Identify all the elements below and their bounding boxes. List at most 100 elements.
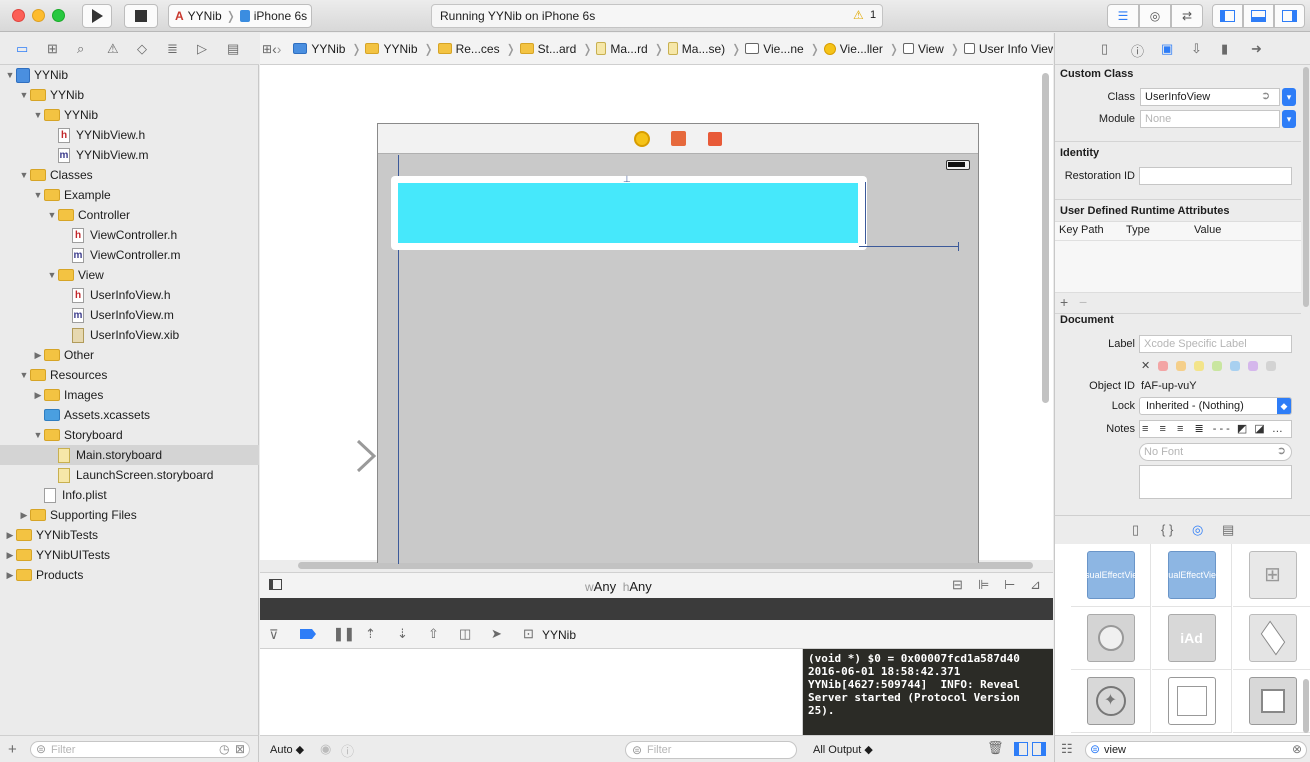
align-icon[interactable]: ⊫	[978, 577, 989, 593]
embed-stack-icon[interactable]: ⊟	[952, 577, 963, 593]
navigator-file[interactable]: h ViewController.h	[0, 225, 259, 245]
related-items-icon[interactable]: ⊞	[262, 42, 272, 56]
navigator-file[interactable]: m ViewController.m	[0, 245, 259, 265]
pause-icon[interactable]: ❚❚	[333, 626, 355, 642]
navigator-group[interactable]: ▼ YYNib	[0, 65, 259, 85]
connections-inspector-icon[interactable]: ➜	[1251, 41, 1262, 57]
breadcrumb-item[interactable]: User Info View	[963, 42, 1053, 56]
disclosure-open-icon[interactable]: ▼	[4, 70, 16, 80]
disclosure-open-icon[interactable]: ▼	[18, 170, 30, 180]
code-snippet-icon[interactable]: { }	[1161, 522, 1173, 537]
variables-view[interactable]	[260, 649, 803, 735]
navigator-group[interactable]: ▶ YYNibTests	[0, 525, 259, 545]
scheme-selector[interactable]: A YYNib ❭ iPhone 6s	[168, 4, 312, 28]
navigator-file[interactable]: h UserInfoView.h	[0, 285, 259, 305]
library-item-web-view[interactable]: ✦	[1071, 670, 1151, 733]
toggle-utilities-button[interactable]	[1274, 4, 1305, 28]
breadcrumb-item[interactable]: YYNib	[293, 42, 345, 56]
color-blue[interactable]	[1230, 360, 1241, 371]
module-dropdown-button[interactable]: ▾	[1282, 110, 1296, 128]
color-purple[interactable]	[1248, 360, 1259, 371]
module-field[interactable]: None	[1140, 110, 1280, 128]
toggle-navigator-button[interactable]	[1212, 4, 1243, 28]
clear-color-icon[interactable]: ✕	[1141, 359, 1150, 372]
breadcrumb-item[interactable]: Vie...ne	[745, 42, 804, 56]
navigator-file[interactable]: m YYNibView.m	[0, 145, 259, 165]
disclosure-closed-icon[interactable]: ▶	[32, 390, 44, 401]
recent-files-icon[interactable]: ◷	[219, 742, 229, 756]
breadcrumb-item[interactable]: St...ard	[519, 42, 576, 56]
location-icon[interactable]: ➤	[491, 626, 502, 642]
attributes-inspector-icon[interactable]: ⇩	[1191, 41, 1202, 57]
navigator-group[interactable]: ▼ YYNib	[0, 105, 259, 125]
breakpoint-navigator-icon[interactable]: ▷	[197, 41, 207, 57]
forward-button[interactable]: ›	[277, 41, 282, 57]
library-item-view[interactable]	[1152, 670, 1232, 733]
breakpoints-toggle-icon[interactable]	[300, 629, 316, 639]
object-library-icon[interactable]: ◎	[1192, 522, 1203, 538]
navigator-file[interactable]: Assets.xcassets	[0, 405, 259, 425]
breadcrumb-item[interactable]: Vie...ller	[823, 42, 883, 56]
disclosure-closed-icon[interactable]: ▶	[32, 350, 44, 361]
view-debugger-icon[interactable]: ◫	[459, 626, 471, 642]
test-navigator-icon[interactable]: ◇	[137, 41, 147, 57]
disclosure-open-icon[interactable]: ▼	[32, 190, 44, 200]
breadcrumb-item[interactable]: Ma...se)	[667, 42, 725, 56]
step-out-icon[interactable]: ⇧	[428, 626, 439, 642]
navigator-file[interactable]: Main.storyboard	[0, 445, 259, 465]
navigator-group[interactable]: ▼ Resources	[0, 365, 259, 385]
add-attribute-icon[interactable]: +	[1060, 294, 1068, 310]
view-controller-scene[interactable]: ⊥	[377, 123, 979, 564]
disclosure-closed-icon[interactable]: ▶	[4, 570, 16, 581]
disclosure-open-icon[interactable]: ▼	[18, 90, 30, 100]
version-editor-button[interactable]: ⇄	[1171, 4, 1203, 28]
document-outline-icon[interactable]	[269, 579, 282, 590]
align-center-icon[interactable]: ≡	[1159, 423, 1165, 435]
no-color-icon[interactable]: ◩	[1237, 423, 1247, 435]
library-item-scenekit[interactable]	[1233, 607, 1310, 670]
step-into-icon[interactable]: ⇣	[397, 626, 408, 642]
go-to-class-icon[interactable]: ➲	[1261, 89, 1270, 102]
file-template-icon[interactable]: ▯	[1132, 522, 1139, 538]
breadcrumb-item[interactable]: Ma...rd	[596, 42, 648, 56]
grid-list-toggle-icon[interactable]: ☷	[1061, 741, 1073, 757]
disclosure-closed-icon[interactable]: ▶	[18, 510, 30, 521]
navigator-file[interactable]: h YYNibView.h	[0, 125, 259, 145]
minimize-window-button[interactable]	[32, 9, 45, 22]
more-icon[interactable]: …	[1272, 423, 1283, 435]
user-info-view[interactable]	[398, 183, 858, 243]
library-item-visual-effect-view[interactable]: Visual Effect View	[1071, 544, 1151, 607]
standard-editor-button[interactable]: ☰	[1107, 4, 1139, 28]
zoom-window-button[interactable]	[52, 9, 65, 22]
font-field[interactable]: No Font ➲	[1139, 443, 1292, 461]
align-left-icon[interactable]: ≡	[1142, 423, 1148, 435]
run-button[interactable]	[82, 4, 112, 28]
breadcrumb-item[interactable]: Re...ces	[437, 42, 500, 56]
eye-icon[interactable]: ◉	[320, 741, 331, 757]
class-field[interactable]: UserInfoView ➲	[1140, 88, 1280, 106]
console-output[interactable]: (void *) $0 = 0x00007fcd1a587d40 2016-06…	[803, 649, 1053, 735]
hide-debug-area-icon[interactable]: ⊽	[269, 627, 279, 643]
size-inspector-icon[interactable]: ▮	[1221, 41, 1228, 57]
dashes-icon[interactable]: - - -	[1213, 423, 1230, 435]
class-dropdown-button[interactable]: ▾	[1282, 88, 1296, 106]
justify-icon[interactable]: ≣	[1194, 423, 1203, 435]
font-picker-icon[interactable]: ➲	[1277, 444, 1286, 457]
library-item-iad[interactable]: iAd	[1152, 607, 1232, 670]
disclosure-closed-icon[interactable]: ▶	[4, 530, 16, 541]
issue-navigator-icon[interactable]: ⚠	[107, 41, 119, 57]
lock-selector[interactable]: Inherited - (Nothing) ◆	[1139, 397, 1292, 415]
trash-icon[interactable]: 🗑	[987, 740, 1004, 756]
disclosure-open-icon[interactable]: ▼	[32, 110, 44, 120]
view-controller-icon[interactable]	[634, 131, 650, 147]
runtime-attributes-table[interactable]: Key Path Type Value	[1055, 221, 1301, 293]
library-scrollbar[interactable]	[1303, 679, 1309, 733]
clear-search-icon[interactable]: ⊗	[1292, 742, 1302, 756]
toggle-debug-area-button[interactable]	[1243, 4, 1274, 28]
navigator-group[interactable]: ▼ Controller	[0, 205, 259, 225]
disclosure-open-icon[interactable]: ▼	[46, 210, 58, 220]
disclosure-closed-icon[interactable]: ▶	[4, 550, 16, 561]
show-console-icon[interactable]	[1032, 742, 1046, 756]
breadcrumb-item[interactable]: View	[902, 42, 944, 56]
warning-icon[interactable]: ⚠	[853, 8, 864, 22]
